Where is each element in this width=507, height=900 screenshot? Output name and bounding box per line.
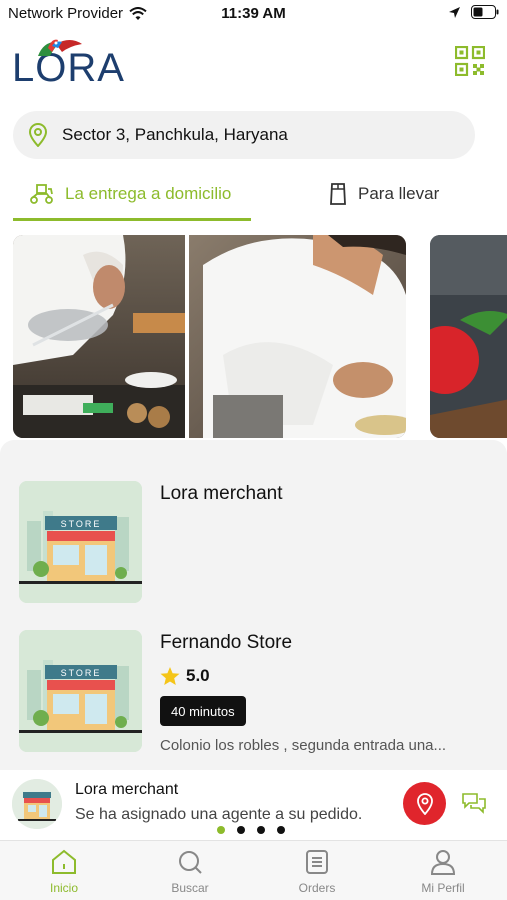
tab-takeaway-label: Para llevar [358,184,440,203]
track-order-button[interactable] [403,782,446,825]
star-icon [160,666,180,685]
active-tab-indicator [13,218,251,221]
order-type-tabs: La entrega a domicilio Para llevar [13,168,493,224]
status-right [448,5,499,19]
store-name: Lora merchant [160,483,283,504]
pagination-dot[interactable] [257,826,265,834]
store-card[interactable]: STORE Fernando Store 5.0 40 minutos Colo… [19,630,489,754]
nav-label: Orders [298,881,336,895]
nav-label: Mi Perfil [421,881,465,895]
takeaway-bag-icon [330,183,346,205]
merchant-avatar [12,779,62,829]
order-status-banner[interactable]: Lora merchant Se ha asignado una agente … [0,770,507,838]
profile-icon [430,850,456,875]
store-card[interactable]: STORE Lora merchant [19,481,489,605]
tab-takeaway[interactable]: Para llevar [328,168,439,220]
chat-bubbles-icon [462,793,486,814]
notification-title: Lora merchant [75,781,179,798]
battery-icon [471,5,499,19]
carousel-pagination [217,826,285,834]
location-arrow-icon [449,6,460,18]
qr-code-icon [454,45,486,77]
rating-value: 5.0 [186,666,210,685]
location-selector[interactable]: Sector 3, Panchkula, Haryana [13,111,475,159]
pagination-dot[interactable] [237,826,245,834]
tab-delivery[interactable]: La entrega a domicilio [13,168,251,220]
pagination-dot[interactable] [217,826,225,834]
chefs-illustration [13,235,406,438]
banner-image-tomato[interactable] [430,235,507,438]
store-thumbnail: STORE [19,481,142,603]
chat-button[interactable] [455,784,493,822]
store-sign-text: STORE [61,668,102,678]
status-bar: Network Provider 11:39 AM [0,0,507,28]
nav-item-search[interactable]: Buscar [140,849,240,895]
store-list: STORE Lora merchant STORE Fernando Store… [0,440,507,770]
delivery-scooter-icon [30,184,53,204]
nav-item-profile[interactable]: Mi Perfil [393,849,493,895]
location-address: Sector 3, Panchkula, Haryana [62,125,288,144]
nav-item-orders[interactable]: Orders [267,849,367,895]
notification-message: Se ha asignado una agente a su pedido. [75,806,363,823]
parrot-logo-icon [38,39,82,56]
bottom-navigation: Inicio Buscar Orders Mi Perfil [0,840,507,900]
store-thumbnail: STORE [19,630,142,752]
banner-image-chefs[interactable] [13,235,406,438]
delivery-time-badge: 40 minutos [160,696,246,726]
store-rating: 5.0 [160,666,210,686]
nav-label: Inicio [49,881,78,895]
nav-label: Buscar [171,881,209,895]
map-pin-icon [416,792,433,815]
banner-carousel[interactable] [0,235,507,438]
store-sign-text: STORE [61,519,102,529]
qr-scan-button[interactable] [454,45,486,77]
app-logo: LORA [12,36,127,90]
status-time: 11:39 AM [221,5,286,22]
location-pin-icon [28,123,48,147]
orders-list-icon [306,850,328,874]
tomato-illustration [430,235,507,438]
store-name: Fernando Store [160,632,293,653]
store-address: Colonio los robles , segunda entrada una… [160,737,447,754]
search-icon [179,851,202,874]
nav-item-home[interactable]: Inicio [14,849,114,895]
pagination-dot[interactable] [277,826,285,834]
tab-delivery-label: La entrega a domicilio [65,184,232,203]
home-icon [52,849,76,874]
